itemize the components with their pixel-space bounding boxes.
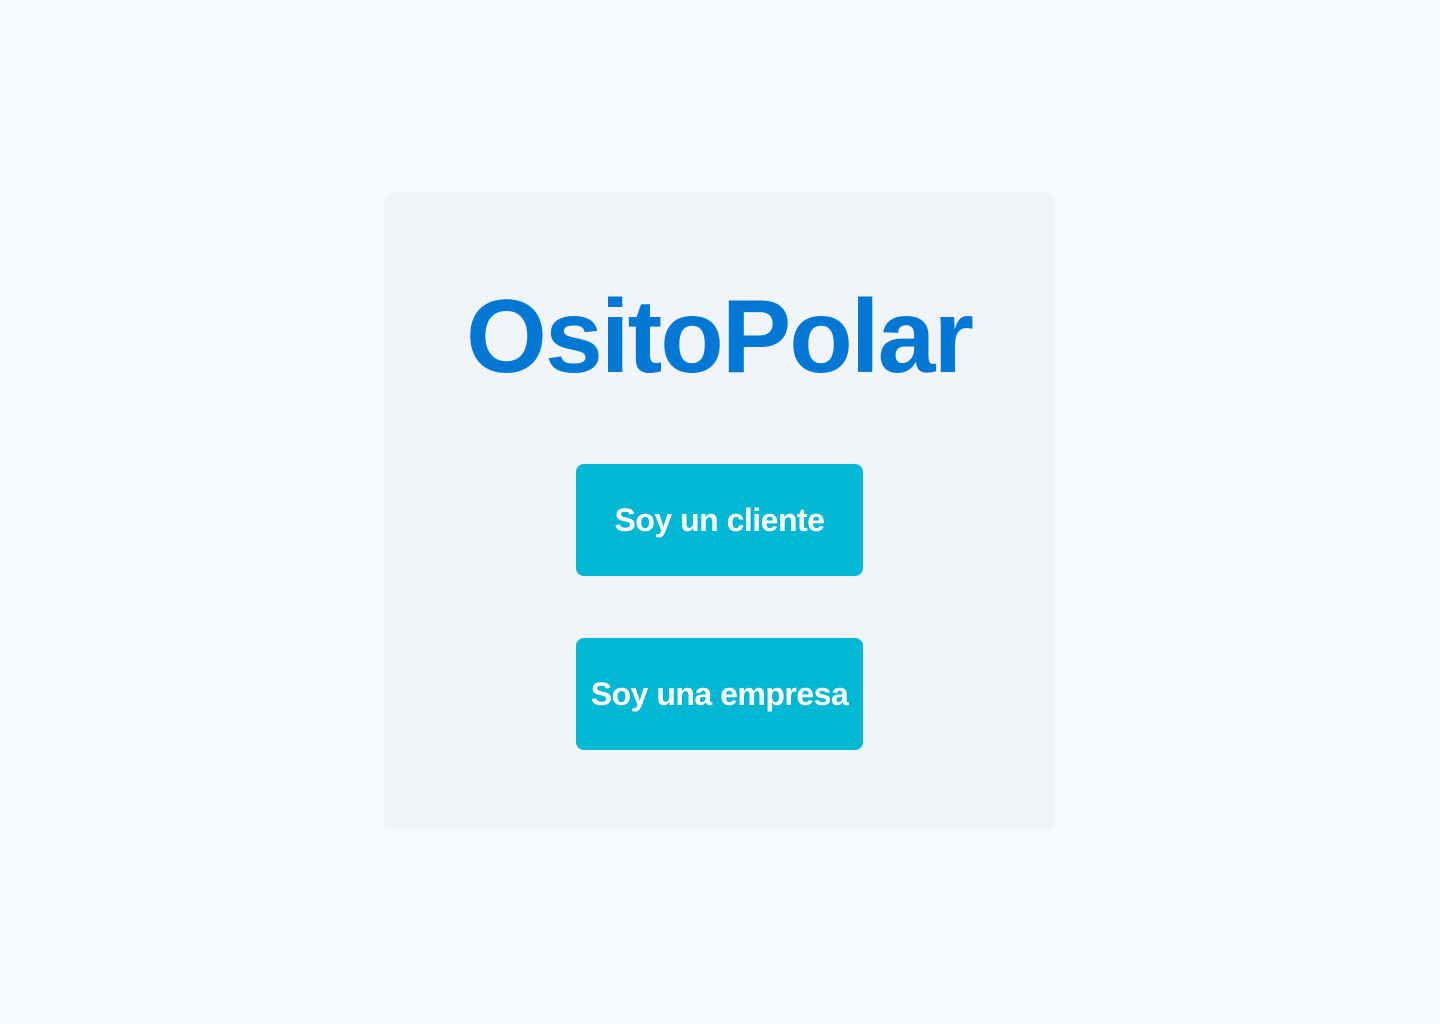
landing-page: OsitoPolar Soy un cliente Soy una empres… — [0, 0, 1440, 1024]
client-button[interactable]: Soy un cliente — [576, 464, 863, 576]
company-button[interactable]: Soy una empresa — [576, 638, 863, 750]
brand-title: OsitoPolar — [466, 279, 974, 395]
role-selection-card: OsitoPolar Soy un cliente Soy una empres… — [384, 193, 1054, 830]
